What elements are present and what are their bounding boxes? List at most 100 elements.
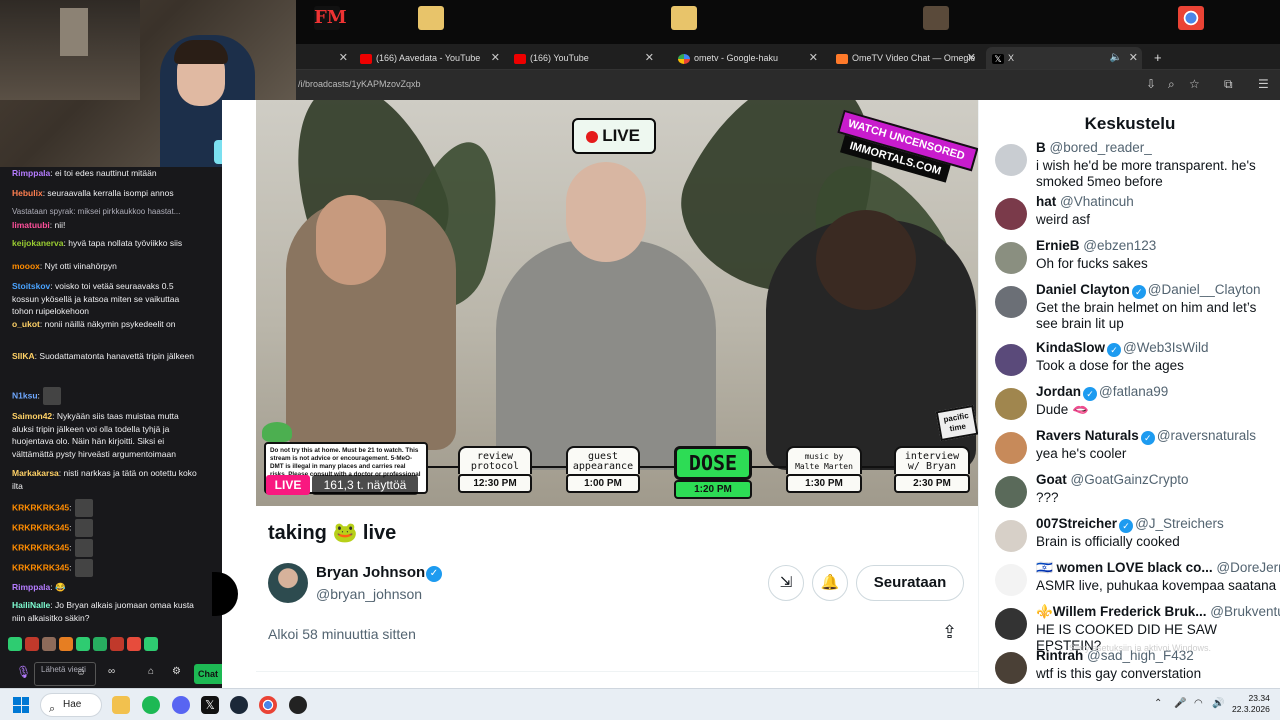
emote-icon[interactable] [25, 637, 39, 651]
user-avatar[interactable] [995, 388, 1027, 420]
star-bookmark-icon[interactable]: ☆ [1189, 77, 1200, 91]
chat-username[interactable]: limatuubi [12, 220, 50, 230]
chat-username[interactable]: o_ukot [12, 319, 40, 329]
close-icon[interactable]: ✕ [491, 47, 500, 69]
emote-icon[interactable] [110, 637, 124, 651]
notifications-button[interactable]: 🔔 [812, 565, 848, 601]
chat-username[interactable]: KRKRKRK345 [12, 562, 69, 572]
desktop-icon-tombraider[interactable] [901, 6, 971, 33]
tab-x-active[interactable]: 𝕏X 🔈 ✕ [986, 47, 1142, 69]
volume-icon[interactable]: 🔊 [1212, 698, 1224, 709]
taskbar-search[interactable]: ⌕ Hae [40, 693, 102, 717]
user-handle[interactable]: @bored_reader_ [1050, 140, 1152, 155]
chat-username[interactable]: Rimppala [12, 582, 50, 592]
user-display-name[interactable]: ⚜️Willem Frederick Bruk... [1036, 604, 1207, 619]
close-icon[interactable]: ✕ [809, 47, 818, 69]
emote-icon[interactable] [76, 637, 90, 651]
emote-icon[interactable] [127, 637, 141, 651]
chat-reply-context[interactable]: Vastataan spyrak: miksei pirkkaukkoo haa… [12, 206, 202, 219]
spotify-icon[interactable] [142, 696, 160, 714]
tab-youtube[interactable]: (166) YouTube ✕ [508, 47, 658, 69]
share-icon[interactable]: ⇪ [942, 622, 957, 643]
emote-icon[interactable] [42, 637, 56, 651]
user-display-name[interactable]: KindaSlow [1036, 340, 1105, 355]
user-avatar[interactable] [995, 144, 1027, 176]
file-explorer-icon[interactable] [112, 696, 130, 714]
user-display-name[interactable]: B [1036, 140, 1046, 155]
settings-gear-icon[interactable]: ⚙ [172, 666, 181, 679]
chat-username[interactable]: N1ksu [12, 390, 38, 400]
chat-username[interactable]: Stoitskov [12, 281, 50, 291]
author-handle[interactable]: @bryan_johnson [316, 586, 422, 602]
user-avatar[interactable] [995, 476, 1027, 508]
mic-icon[interactable]: 🎙 [16, 666, 31, 679]
user-display-name[interactable]: Daniel Clayton [1036, 282, 1130, 297]
user-avatar[interactable] [995, 520, 1027, 552]
new-tab-button[interactable]: + [1148, 47, 1172, 69]
emote-icon[interactable] [8, 637, 22, 651]
speaker-icon[interactable]: 🔈 [1110, 47, 1122, 69]
profile-menu-icon[interactable]: ☰ [1258, 77, 1269, 91]
chat-username[interactable]: Rimppala [12, 168, 50, 178]
chat-username[interactable]: keijokanerva [12, 238, 64, 248]
user-avatar[interactable] [995, 564, 1027, 596]
user-display-name[interactable]: ErnieB [1036, 238, 1080, 253]
user-avatar[interactable] [995, 286, 1027, 318]
extensions-icon[interactable]: ⧉ [1224, 77, 1233, 92]
author-name[interactable]: Bryan Johnson [316, 564, 425, 581]
desktop-icon-folder[interactable] [396, 6, 466, 33]
url-field[interactable]: /i/broadcasts/1yKAPMzovZqxb [298, 79, 421, 89]
user-handle[interactable]: @Vhatincuh [1060, 194, 1134, 209]
author-avatar[interactable] [268, 563, 308, 603]
chat-send-button[interactable]: Chat [194, 664, 222, 684]
desktop-icon-mapped[interactable] [649, 6, 719, 33]
user-avatar[interactable] [995, 198, 1027, 230]
emote-icon[interactable] [59, 637, 73, 651]
user-display-name[interactable]: 🇮🇱 women LOVE black co... [1036, 560, 1213, 575]
tab-aavedata[interactable]: (166) Aavedata - YouTube ✕ [354, 47, 504, 69]
user-handle[interactable]: @GoatGainzCrypto [1071, 472, 1189, 487]
microphone-icon[interactable]: 🎤 [1174, 698, 1186, 709]
start-button[interactable] [13, 697, 29, 713]
user-handle[interactable]: @DoreJerma [1216, 560, 1280, 575]
close-icon[interactable]: ✕ [967, 47, 976, 69]
user-handle[interactable]: @J_Streichers [1135, 516, 1224, 531]
following-button[interactable]: Seurataan [856, 565, 964, 601]
user-display-name[interactable]: 007Streicher [1036, 516, 1117, 531]
chat-username[interactable]: KRKRKRK345 [12, 502, 69, 512]
user-avatar[interactable] [995, 432, 1027, 464]
user-display-name[interactable]: Ravers Naturals [1036, 428, 1139, 443]
obs-icon[interactable] [289, 696, 307, 714]
taskbar-clock[interactable]: 23.34 22.3.2026 [1232, 693, 1270, 715]
user-handle[interactable]: @fatlana99 [1099, 384, 1168, 399]
tab-ometv[interactable]: OmeTV Video Chat — Omegle ✕ [830, 47, 980, 69]
steam-icon[interactable] [230, 696, 248, 714]
user-avatar[interactable] [995, 608, 1027, 640]
user-display-name[interactable]: Goat [1036, 472, 1067, 487]
bits-icon[interactable]: ∞ [108, 666, 115, 679]
user-display-name[interactable]: hat [1036, 194, 1056, 209]
chat-username[interactable]: HailiNalle [12, 600, 50, 610]
x-app-icon[interactable]: 𝕏 [201, 696, 219, 714]
chat-username[interactable]: SIIKA [12, 351, 35, 361]
wifi-icon[interactable]: ◠ [1194, 698, 1203, 709]
user-handle[interactable]: @raversnaturals [1157, 428, 1256, 443]
chat-input[interactable]: Lähetä viesti [34, 662, 96, 686]
chat-username[interactable]: Markakarsa [12, 468, 59, 478]
live-video-player[interactable]: LIVE WATCH UNCENSORED IMMORTALS.COM Do n… [256, 100, 978, 506]
store-icon[interactable]: ⌂ [148, 666, 154, 679]
chat-username[interactable]: KRKRKRK345 [12, 522, 69, 532]
user-handle[interactable]: @ebzen123 [1083, 238, 1156, 253]
emote-picker-icon[interactable]: ☺ [76, 667, 86, 680]
chat-username[interactable]: mooox [12, 261, 40, 271]
tab-google-search[interactable]: ometv - Google-haku ✕ [672, 47, 822, 69]
user-handle[interactable]: @Daniel__Clayton [1148, 282, 1261, 297]
emote-icon[interactable] [93, 637, 107, 651]
chat-username[interactable]: KRKRKRK345 [12, 542, 69, 552]
user-display-name[interactable]: Jordan [1036, 384, 1081, 399]
user-avatar[interactable] [995, 652, 1027, 684]
chat-username[interactable]: Saimon42 [12, 411, 52, 421]
zoom-icon[interactable]: ⌕ [1168, 77, 1175, 92]
install-app-icon[interactable]: ⇩ [1146, 77, 1156, 91]
close-icon[interactable]: ✕ [339, 47, 348, 69]
